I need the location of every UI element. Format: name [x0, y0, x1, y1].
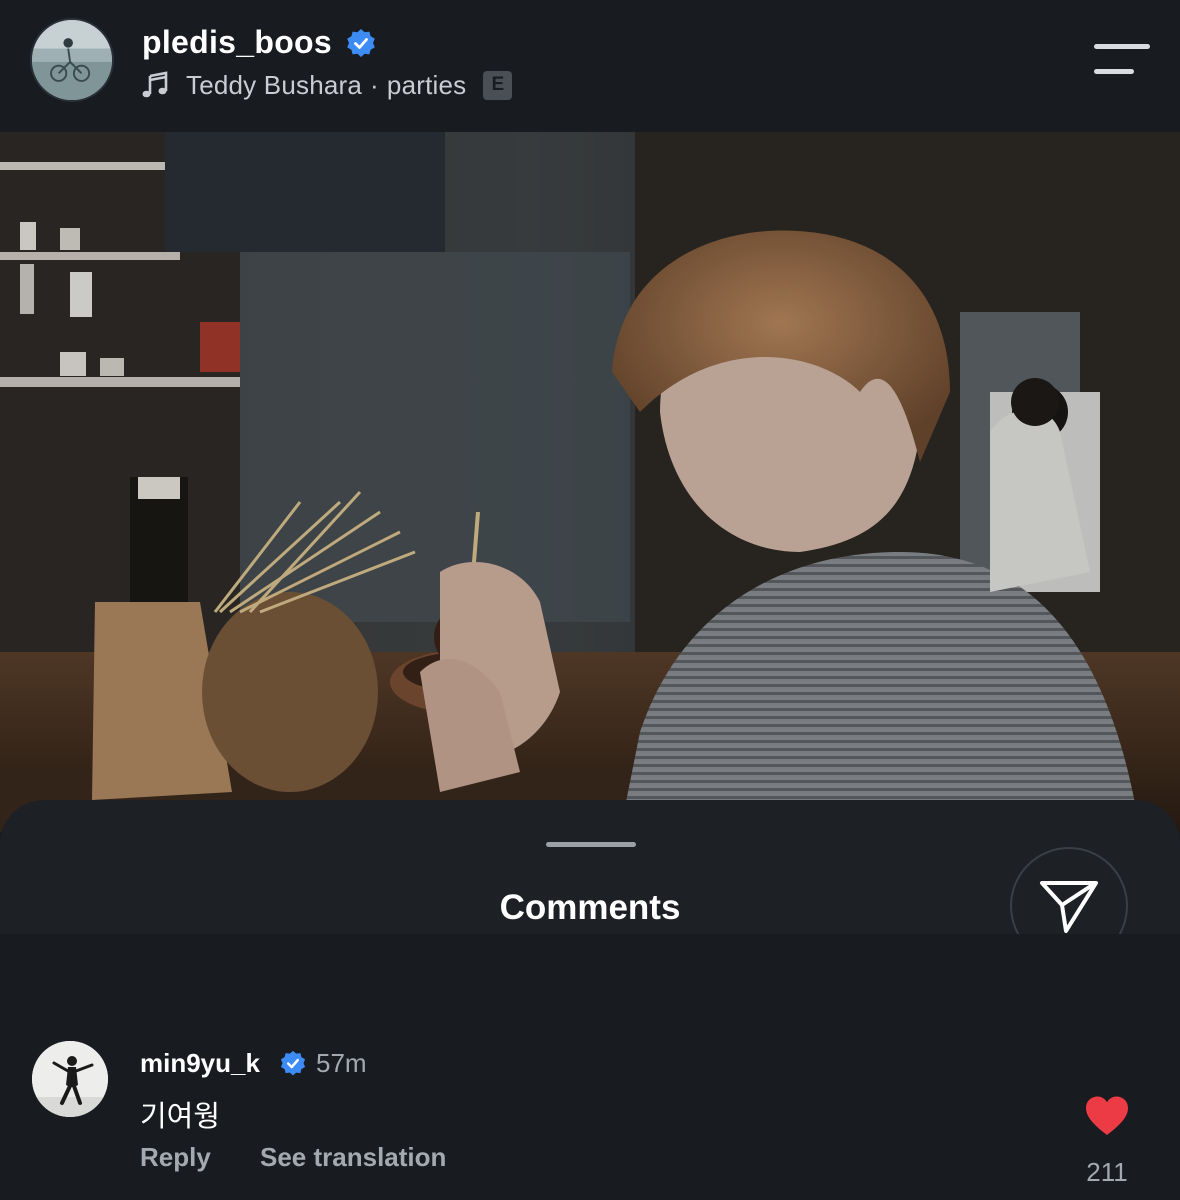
music-separator: · [370, 69, 379, 100]
comment-text: 기여웡 [140, 1099, 221, 1133]
menu-line-top [1094, 44, 1150, 49]
comment-timestamp: 57m [316, 1048, 367, 1078]
verified-badge-icon [280, 1050, 306, 1076]
post-photo[interactable] [0, 132, 1180, 832]
verified-badge-icon [347, 29, 375, 57]
music-song: parties [386, 69, 467, 100]
comments-title: Comments [499, 888, 681, 927]
sheet-grabber[interactable] [546, 842, 636, 847]
explicit-badge: E [483, 70, 513, 100]
reply-button[interactable]: Reply [140, 1142, 211, 1173]
menu-icon[interactable] [1094, 44, 1150, 76]
profile-avatar[interactable] [30, 18, 114, 102]
comment-username[interactable]: min9yu_k [140, 1048, 260, 1079]
post-photo-image [0, 132, 1180, 832]
music-note-icon [142, 71, 168, 98]
post-header: pledis_boos Teddy Bushara · parties E [0, 0, 1180, 132]
like-count: 211 [1086, 1157, 1128, 1187]
comment-avatar-image [32, 1041, 108, 1117]
menu-line-bottom [1094, 69, 1134, 74]
music-artist: Teddy Bushara [186, 69, 363, 100]
heart-icon[interactable] [1084, 1095, 1130, 1137]
profile-avatar-image [32, 20, 112, 100]
post-username[interactable]: pledis_boos [142, 24, 332, 61]
comments-sheet: Comments min9yu_k 57m 기여웡 Reply See tran… [0, 800, 1180, 1200]
music-attribution[interactable]: Teddy Bushara · parties E [140, 68, 513, 102]
see-translation-button[interactable]: See translation [260, 1142, 446, 1173]
comment-avatar[interactable] [32, 1041, 108, 1117]
share-send-icon [1040, 881, 1098, 933]
